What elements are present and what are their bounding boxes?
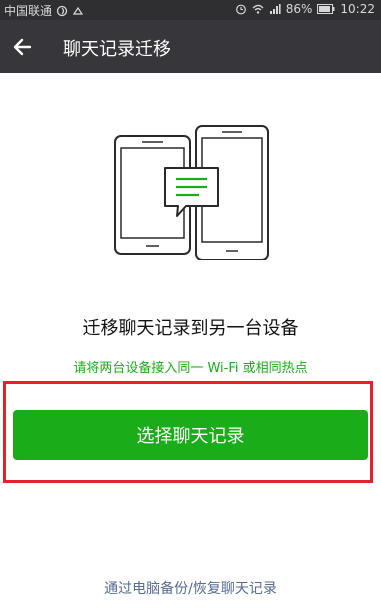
phones-transfer-illustration (114, 125, 269, 260)
signal-icon (269, 4, 281, 14)
clock: 10:22 (340, 2, 375, 16)
battery-percent: 86% (285, 2, 313, 16)
alarm-icon (235, 4, 246, 15)
notification-icon (72, 6, 84, 15)
carrier-label: 中国联通 (4, 4, 53, 18)
battery-icon (317, 4, 335, 14)
status-bar: 中国联通 86% 10:22 (0, 0, 381, 20)
migration-heading: 迁移聊天记录到另一台设备 (82, 318, 299, 339)
status-bar-left: 中国联通 (4, 2, 84, 19)
pc-backup-link[interactable]: 通过电脑备份/恢复聊天记录 (0, 578, 381, 598)
wifi-hint: 请将两台设备接入同一 Wi-Fi 或相同热点 (73, 361, 308, 376)
status-bar-right: 86% 10:22 (235, 2, 375, 16)
page-title: 聊天记录迁移 (63, 39, 171, 60)
wifi-icon (252, 4, 264, 14)
select-chat-history-button[interactable]: 选择聊天记录 (13, 410, 368, 460)
back-arrow-icon[interactable] (8, 32, 38, 62)
title-bar: 聊天记录迁移 (0, 20, 381, 73)
network-swirl-icon (56, 5, 68, 16)
